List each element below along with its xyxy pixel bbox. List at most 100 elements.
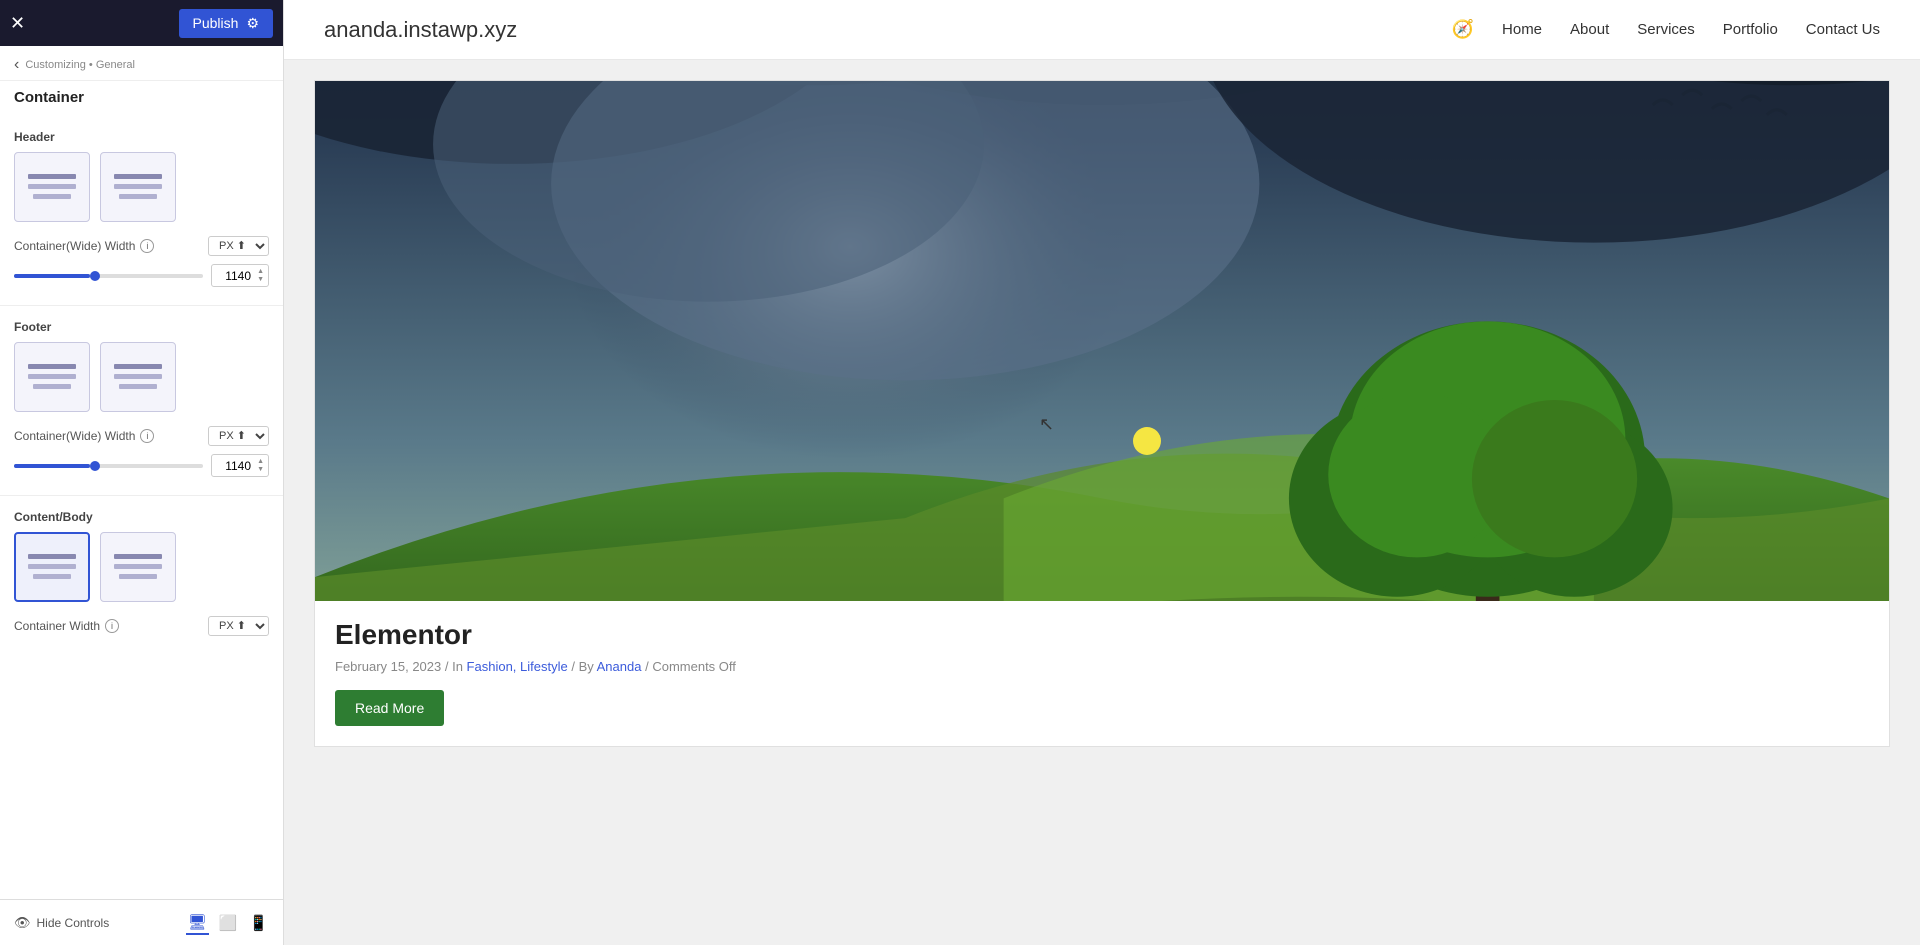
layout-line: [28, 174, 76, 179]
main-content: ↖ Elementor February 15, 2023 / In Fashi…: [284, 60, 1920, 787]
layout-line: [114, 184, 162, 189]
mobile-view-button[interactable]: 📱: [247, 911, 270, 935]
header-section-label: Header: [0, 120, 283, 152]
layout-line: [28, 554, 76, 559]
footer-width-input[interactable]: ▲ ▼: [211, 454, 269, 477]
site-logo: ananda.instawp.xyz: [324, 17, 517, 43]
post-title: Elementor: [335, 619, 1869, 651]
post-image: ↖: [315, 81, 1889, 601]
header-unit-select[interactable]: PX ⬆: [208, 236, 269, 256]
header-width-control: Container(Wide) Width i PX ⬆ ▲ ▼: [0, 236, 283, 301]
footer-spinners: ▲ ▼: [257, 458, 264, 473]
device-icons: 🖥 ⬜ 📱: [186, 911, 270, 935]
header-spinners: ▲ ▼: [257, 268, 264, 283]
layout-line: [114, 374, 162, 379]
layout-line: [114, 364, 162, 369]
footer-width-value[interactable]: [216, 459, 251, 473]
footer-increment-btn[interactable]: ▲: [257, 458, 264, 465]
footer-slider-track[interactable]: [14, 464, 203, 468]
header-width-input[interactable]: ▲ ▼: [211, 264, 269, 287]
preview-area: ananda.instawp.xyz 🧭 Home About Services…: [284, 0, 1920, 945]
top-bar: ✕ Publish ⚙: [0, 0, 283, 46]
header-width-value[interactable]: [216, 269, 251, 283]
header-increment-btn[interactable]: ▲: [257, 268, 264, 275]
post-meta-area: Elementor February 15, 2023 / In Fashion…: [315, 601, 1889, 746]
post-categories[interactable]: Fashion, Lifestyle: [467, 659, 568, 674]
footer-width-control: Container(Wide) Width i PX ⬆ ▲ ▼: [0, 426, 283, 491]
post-date: February 15, 2023: [335, 659, 441, 674]
hide-controls-bar: 👁 Hide Controls 🖥 ⬜ 📱: [0, 899, 284, 945]
footer-unit-select[interactable]: PX ⬆: [208, 426, 269, 446]
footer-layout-card-2[interactable]: [100, 342, 176, 412]
nav-contact[interactable]: Contact Us: [1806, 21, 1880, 38]
header-slider-track[interactable]: [14, 274, 203, 278]
header-slider-fill: [14, 274, 90, 278]
footer-width-label: Container(Wide) Width i: [14, 429, 154, 443]
back-button[interactable]: ‹: [14, 56, 19, 74]
layout-line: [33, 574, 71, 579]
layout-line: [119, 384, 157, 389]
footer-slider-row: ▲ ▼: [14, 454, 269, 477]
footer-layout-options: [0, 342, 283, 426]
content-section-label: Content/Body: [0, 500, 283, 532]
footer-section-label: Footer: [0, 310, 283, 342]
hide-controls-toggle[interactable]: 👁 Hide Controls: [14, 915, 109, 931]
breadcrumb: Customizing • General: [25, 59, 135, 71]
post-image-svg: [315, 81, 1889, 601]
layout-line: [28, 364, 76, 369]
panel-title: Container: [0, 81, 283, 120]
footer-info-icon[interactable]: i: [140, 429, 154, 443]
footer-slider-fill: [14, 464, 90, 468]
post-author[interactable]: Ananda: [597, 659, 642, 674]
layout-line: [119, 574, 157, 579]
publish-label: Publish: [193, 15, 239, 31]
layout-line: [114, 564, 162, 569]
nav-about[interactable]: About: [1570, 21, 1609, 38]
breadcrumb-bar: ‹ Customizing • General: [0, 46, 283, 81]
post-card: ↖ Elementor February 15, 2023 / In Fashi…: [314, 80, 1890, 747]
content-layout-options: [0, 532, 283, 616]
footer-layout-card-1[interactable]: [14, 342, 90, 412]
content-unit-select[interactable]: PX ⬆: [208, 616, 269, 636]
header-layout-card-1[interactable]: [14, 152, 90, 222]
content-layout-card-2[interactable]: [100, 532, 176, 602]
footer-width-header: Container(Wide) Width i PX ⬆: [14, 426, 269, 446]
read-more-button[interactable]: Read More: [335, 690, 444, 726]
hide-controls-label: Hide Controls: [37, 916, 110, 930]
layout-line: [33, 194, 71, 199]
header-width-header: Container(Wide) Width i PX ⬆: [14, 236, 269, 256]
gear-icon: ⚙: [246, 15, 259, 32]
content-layout-card-1[interactable]: [14, 532, 90, 602]
site-nav: ananda.instawp.xyz 🧭 Home About Services…: [284, 0, 1920, 60]
header-decrement-btn[interactable]: ▼: [257, 276, 264, 283]
content-width-label: Container Width i: [14, 619, 119, 633]
post-meta: February 15, 2023 / In Fashion, Lifestyl…: [335, 659, 1869, 674]
nav-home[interactable]: Home: [1502, 21, 1542, 38]
header-slider-thumb: [90, 271, 100, 281]
nav-services[interactable]: Services: [1637, 21, 1695, 38]
tablet-view-button[interactable]: ⬜: [217, 911, 240, 935]
footer-decrement-btn[interactable]: ▼: [257, 466, 264, 473]
close-button[interactable]: ✕: [10, 14, 25, 32]
compass-icon: 🧭: [1452, 19, 1474, 40]
content-width-header: Container Width i PX ⬆: [14, 616, 269, 636]
content-info-icon[interactable]: i: [105, 619, 119, 633]
left-panel: ✕ Publish ⚙ ‹ Customizing • General Cont…: [0, 0, 284, 945]
divider-2: [0, 495, 283, 496]
desktop-view-button[interactable]: 🖥: [186, 911, 209, 935]
content-width-control: Container Width i PX ⬆: [0, 616, 283, 658]
footer-slider-thumb: [90, 461, 100, 471]
header-info-icon[interactable]: i: [140, 239, 154, 253]
layout-line: [28, 564, 76, 569]
post-comments: Comments Off: [652, 659, 736, 674]
nav-portfolio[interactable]: Portfolio: [1723, 21, 1778, 38]
layout-line: [28, 184, 76, 189]
layout-line: [119, 194, 157, 199]
header-layout-options: [0, 152, 283, 236]
layout-line: [28, 374, 76, 379]
publish-button[interactable]: Publish ⚙: [179, 9, 273, 38]
header-width-label: Container(Wide) Width i: [14, 239, 154, 253]
layout-line: [114, 554, 162, 559]
layout-line: [33, 384, 71, 389]
header-layout-card-2[interactable]: [100, 152, 176, 222]
